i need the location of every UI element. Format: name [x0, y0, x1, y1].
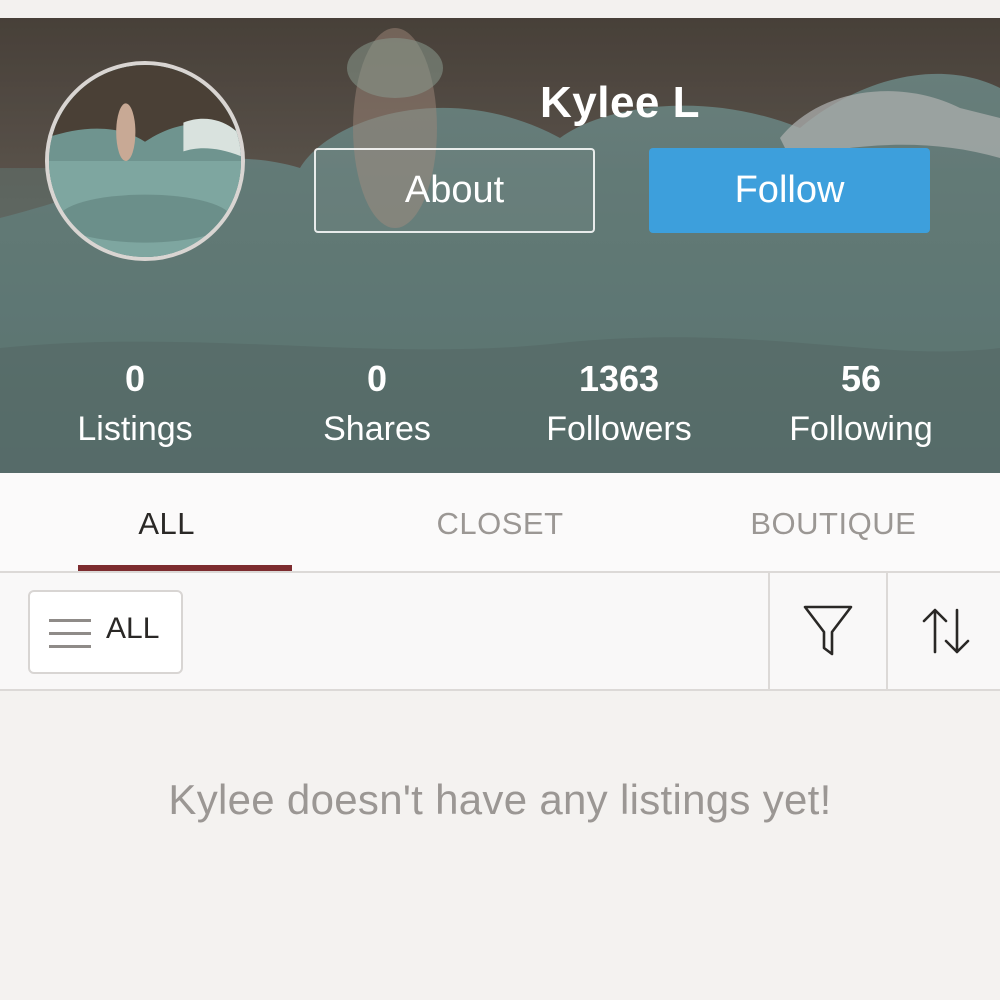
stat-value: 56: [840, 358, 882, 399]
sort-arrows-icon: [922, 608, 970, 654]
stat-label: Listings: [77, 410, 193, 448]
profile-name: Kylee L: [539, 78, 700, 127]
stat-value: 0: [366, 358, 388, 399]
category-label: ALL: [106, 612, 160, 645]
tab-all[interactable]: ALL: [0, 473, 333, 571]
stat-shares[interactable]: 0 Shares: [256, 353, 498, 463]
tab-closet[interactable]: CLOSET: [333, 473, 666, 571]
filter-bar: ALL: [0, 573, 1000, 691]
stat-listings[interactable]: 0 Listings: [14, 353, 256, 463]
stat-label: Followers: [546, 410, 692, 448]
sort-button[interactable]: [890, 573, 1000, 689]
stat-following[interactable]: 56 Following: [740, 353, 982, 463]
divider: [886, 573, 888, 689]
hamburger-menu-icon: [49, 619, 91, 649]
stat-label: Shares: [323, 410, 431, 448]
status-strip: [0, 0, 1000, 18]
profile-header: Kylee L About Follow 0 Listings 0 Shares…: [0, 18, 1000, 473]
listings-area: Kylee doesn't have any listings yet!: [0, 691, 1000, 1000]
stat-followers[interactable]: 1363 Followers: [498, 353, 740, 463]
stat-value: 1363: [578, 358, 660, 399]
active-tab-indicator: [78, 565, 292, 571]
filter-button[interactable]: [772, 573, 884, 689]
tab-boutique[interactable]: BOUTIQUE: [667, 473, 1000, 571]
about-button[interactable]: About: [314, 148, 595, 233]
profile-stats: 0 Listings 0 Shares 1363 Followers 56 Fo…: [0, 353, 1000, 463]
avatar[interactable]: [45, 61, 245, 261]
divider: [768, 573, 770, 689]
stat-value: 0: [124, 358, 146, 399]
avatar-photo: [49, 65, 241, 257]
funnel-icon: [803, 605, 853, 656]
follow-button[interactable]: Follow: [649, 148, 930, 233]
empty-state-message: Kylee doesn't have any listings yet!: [168, 776, 832, 823]
closet-tabs: ALL CLOSET BOUTIQUE: [0, 473, 1000, 573]
stat-label: Following: [789, 410, 933, 448]
category-dropdown-button[interactable]: ALL: [28, 590, 183, 674]
